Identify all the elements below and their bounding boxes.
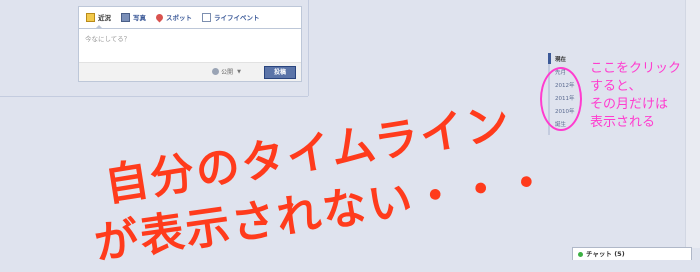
status-icon: [86, 12, 95, 22]
tab-photo-label: 写真: [133, 14, 146, 22]
tab-life-event-label: ライフイベント: [214, 14, 260, 22]
life-event-icon: [202, 12, 211, 22]
post-button[interactable]: 投稿: [264, 66, 296, 79]
nav-item-now[interactable]: 現在: [555, 55, 566, 63]
annotation-note: ここをクリック すると、 その月だけは 表示される: [590, 60, 681, 132]
highlight-circle: [540, 67, 582, 131]
chevron-down-icon: ▼: [237, 68, 241, 75]
status-composer: 近況 写真 スポット ライフイベント 今なにしてる？ 公開 ▼ 投稿: [78, 6, 302, 82]
note-line: 表示される: [590, 115, 656, 130]
chat-bar[interactable]: チャット (5): [572, 247, 692, 260]
tab-place[interactable]: スポット: [154, 12, 192, 22]
scrollbar-track[interactable]: [685, 0, 700, 248]
privacy-label: 公開: [221, 69, 234, 76]
composer-footer: 公開 ▼ 投稿: [79, 62, 301, 81]
nav-active-indicator: [548, 53, 551, 64]
globe-icon: [212, 68, 220, 75]
tab-place-label: スポット: [166, 14, 192, 22]
tab-life-event[interactable]: ライフイベント: [202, 12, 260, 22]
online-dot-icon: [578, 251, 583, 257]
composer-tabs: 近況 写真 スポット ライフイベント: [79, 7, 301, 27]
note-line: ここをクリック: [590, 61, 682, 76]
divider-line: [0, 96, 308, 97]
timeline-spine: [308, 0, 309, 96]
status-input[interactable]: 今なにしてる？: [79, 28, 301, 63]
tab-status-label: 近況: [98, 14, 111, 22]
note-line: すると、: [590, 79, 642, 94]
tab-status[interactable]: 近況: [86, 12, 111, 22]
note-line: その月だけは: [590, 97, 669, 112]
privacy-selector[interactable]: 公開 ▼: [212, 67, 241, 76]
tab-photo[interactable]: 写真: [121, 12, 146, 22]
place-icon: [154, 12, 165, 22]
photo-icon: [121, 12, 130, 22]
chat-label: チャット (5): [586, 250, 625, 258]
